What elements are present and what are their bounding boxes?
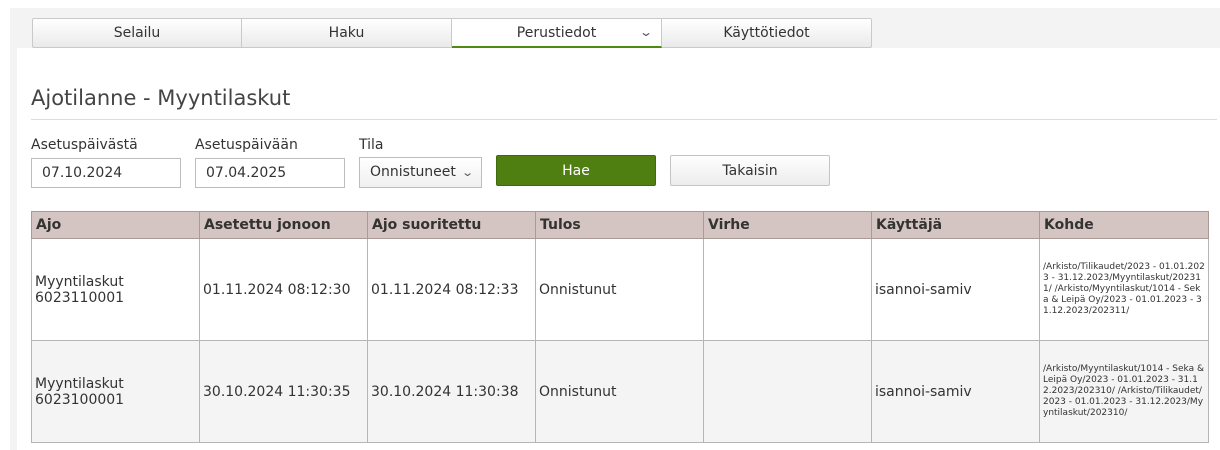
table-row[interactable]: Myyntilaskut 6023110001 01.11.2024 08:12… [31,238,1209,341]
cell-result: Onnistunut [535,340,704,443]
cell-executed: 01.11.2024 08:12:33 [367,238,536,341]
tab-label: Perustiedot [516,24,597,41]
tab-selailu[interactable]: Selailu [32,18,242,48]
from-date-label: Asetuspäivästä [31,137,138,153]
to-date-label: Asetuspäivään [195,137,298,153]
tab-perustiedot[interactable]: Perustiedot ⌄ [452,18,662,48]
cell-ajo: Myyntilaskut 6023100001 [31,340,200,443]
cell-executed: 30.10.2024 11:30:38 [367,340,536,443]
title-divider [31,119,1217,120]
table-row[interactable]: Myyntilaskut 6023100001 30.10.2024 11:30… [31,340,1209,443]
jobs-table: Ajo Asetettu jonoon Ajo suoritettu Tulos… [31,211,1209,443]
page-title: Ajotilanne - Myyntilaskut [31,86,291,110]
column-header-queued[interactable]: Asetettu jonoon [199,211,368,239]
status-select-value: Onnistuneet [370,164,456,180]
column-header-target[interactable]: Kohde [1039,211,1209,239]
cell-target: /Arkisto/Tilikaudet/2023 - 01.01.2023 - … [1039,238,1209,341]
job-id: 6023110001 [35,289,125,306]
column-header-user[interactable]: Käyttäjä [871,211,1040,239]
status-select[interactable]: Onnistuneet ⌄ [359,157,482,188]
tab-haku[interactable]: Haku [242,18,452,48]
cell-queued: 30.10.2024 11:30:35 [199,340,368,443]
column-header-ajo[interactable]: Ajo [31,211,200,239]
cell-ajo: Myyntilaskut 6023110001 [31,238,200,341]
column-header-result[interactable]: Tulos [535,211,704,239]
to-date-input[interactable]: 07.04.2025 [195,158,345,188]
chevron-down-icon: ⌄ [460,166,474,179]
cell-error [703,238,872,341]
tab-kayttotiedot[interactable]: Käyttötiedot [662,18,872,48]
chevron-down-icon[interactable]: ⌄ [639,25,653,39]
job-name: Myyntilaskut [35,375,124,392]
cell-error [703,340,872,443]
cell-result: Onnistunut [535,238,704,341]
from-date-input[interactable]: 07.10.2024 [31,158,181,188]
job-name: Myyntilaskut [35,273,124,290]
search-button[interactable]: Hae [496,155,656,186]
status-label: Tila [359,137,384,153]
cell-queued: 01.11.2024 08:12:30 [199,238,368,341]
column-header-error[interactable]: Virhe [703,211,872,239]
column-header-executed[interactable]: Ajo suoritettu [367,211,536,239]
tab-label: Käyttötiedot [723,25,810,41]
cell-user: isannoi-samiv [871,238,1040,341]
back-button[interactable]: Takaisin [670,155,830,186]
tab-label: Selailu [113,25,161,41]
table-header-row: Ajo Asetettu jonoon Ajo suoritettu Tulos… [31,211,1209,239]
cell-user: isannoi-samiv [871,340,1040,443]
job-id: 6023100001 [35,391,125,408]
tab-bar: Selailu Haku Perustiedot ⌄ Käyttötiedot [32,18,872,48]
cell-target: /Arkisto/Myyntilaskut/1014 - Seka & Leip… [1039,340,1209,443]
tab-label: Haku [328,25,365,41]
